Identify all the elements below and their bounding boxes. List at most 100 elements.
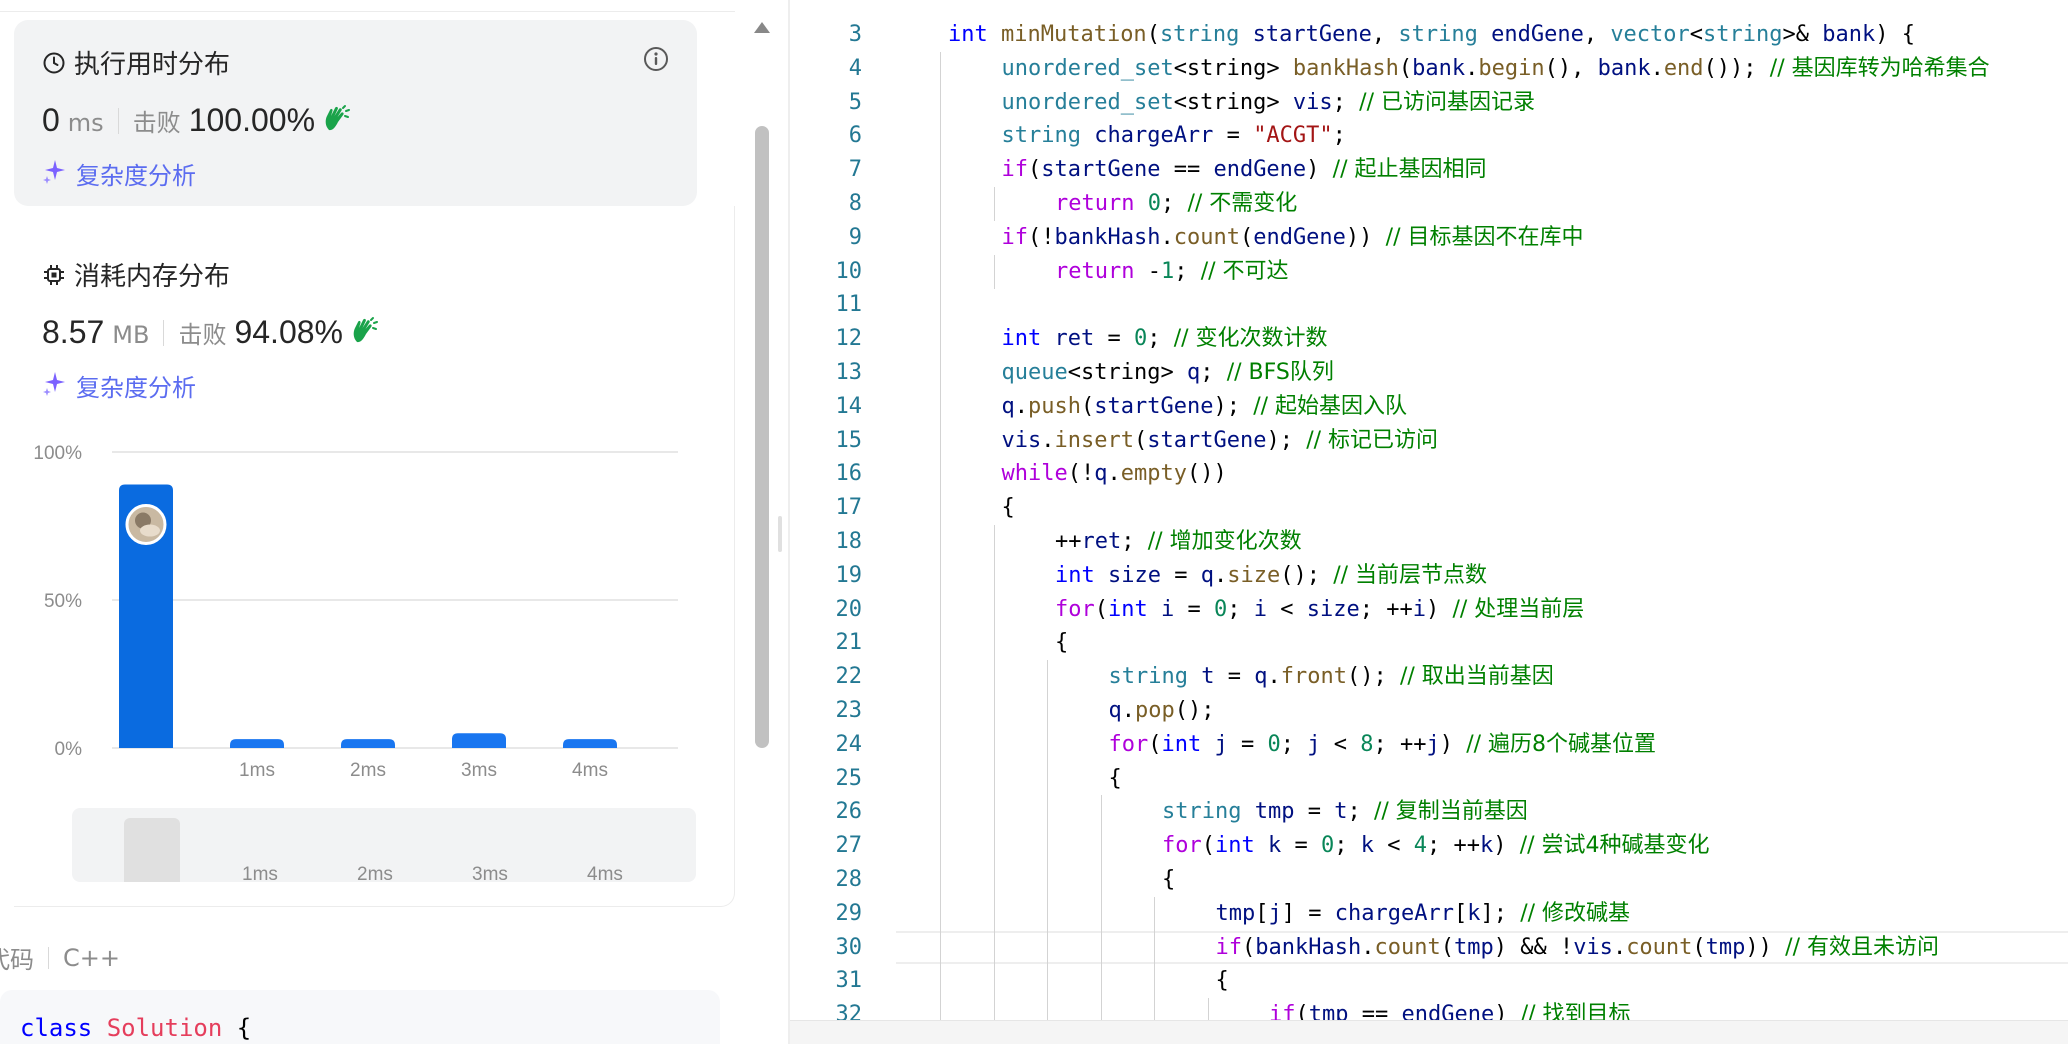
indent-guide: [1100, 930, 1102, 965]
code-token: string: [1159, 22, 1253, 47]
code-token: int: [1001, 326, 1055, 352]
code-token: int: [1108, 596, 1161, 622]
code-line[interactable]: 9 if(!bankHash.count(endGene)) // 目标基因不在库…: [790, 220, 2068, 255]
splitter-grip-icon[interactable]: [778, 516, 782, 552]
code-line[interactable]: 13 queue<string> q; // BFS队列: [790, 356, 2068, 390]
line-number: 8: [848, 191, 862, 216]
code-token: <: [1320, 731, 1361, 757]
code-text: for(int j = 0; j < 8; ++j) // 遍历8个碱基位置: [1109, 728, 1657, 762]
code-token: endGene: [1253, 224, 1346, 250]
code-text: string chargeArr = "ACGT";: [1002, 119, 1346, 153]
code-text: int size = q.size(); // 当前层节点数: [1055, 559, 1487, 593]
code-line[interactable]: 8 return 0; // 不需变化: [790, 187, 2068, 221]
code-token: q: [1001, 393, 1015, 419]
editor-horizontal-scrollbar[interactable]: [790, 1020, 2068, 1044]
code-token: // 尝试4种碱基变化: [1519, 833, 1710, 859]
indent-guide: [1047, 829, 1048, 864]
code-line[interactable]: 10 return -1; // 不可达: [790, 254, 2068, 289]
code-token: 0: [1267, 731, 1281, 757]
runtime-value: 0: [42, 102, 60, 138]
code-text: vis.insert(startGene); // 标记已访问: [1002, 424, 1439, 458]
code-editor[interactable]: 3 int minMutation(string startGene, strin…: [790, 0, 2068, 1044]
indent-guide: [1047, 795, 1048, 830]
code-token: <: [1266, 596, 1307, 622]
code-token: {: [1001, 495, 1015, 521]
code-line[interactable]: 21 {: [790, 626, 2068, 661]
code-token: vis: [1001, 427, 1042, 453]
scrollbar-thumb[interactable]: [755, 126, 769, 748]
line-number: 9: [848, 224, 862, 250]
code-token: ++: [1055, 529, 1082, 554]
code-token: ;: [1332, 123, 1346, 149]
runtime-complexity-analysis-link[interactable]: 复杂度分析: [42, 156, 196, 191]
code-token: bank: [1597, 55, 1651, 81]
chart-bar[interactable]: [230, 739, 284, 748]
code-token: // BFS队列: [1226, 360, 1334, 385]
code-line[interactable]: 30 if(bankHash.count(tmp) && !vis.count(t…: [790, 930, 2068, 965]
memory-value: 8.57: [42, 314, 105, 350]
y-tick-label: 100%: [33, 443, 82, 464]
code-line[interactable]: 11: [790, 288, 2068, 323]
code-token: size: [1306, 596, 1360, 622]
code-token: <: [1689, 22, 1704, 47]
code-line[interactable]: 4 unordered_set<string> bankHash(bank.beg…: [790, 51, 2068, 86]
code-token: q: [1200, 562, 1214, 588]
code-line[interactable]: 26 string tmp = t; // 复制当前基因: [790, 795, 2068, 830]
code-line[interactable]: 28 {: [790, 863, 2068, 897]
code-token: if: [1215, 934, 1243, 960]
code-line[interactable]: 22 string t = q.front(); // 取出当前基因: [790, 660, 2068, 695]
runtime-card[interactable]: 执行用时分布 0 ms 击败 100.00% 复杂度分析: [14, 20, 697, 206]
code-line[interactable]: 20 for(int i = 0; i < size; ++i) // 处理当前层: [790, 592, 2068, 627]
range-slider-handle[interactable]: [124, 818, 180, 882]
scroll-up-arrow-icon[interactable]: [754, 22, 770, 33]
code-token: // 复制当前基因: [1373, 799, 1528, 825]
code-token: .: [1160, 224, 1174, 250]
line-number: 14: [835, 393, 863, 419]
code-line[interactable]: 5 unordered_set<string> vis; // 已访问基因记录: [790, 85, 2068, 120]
chart-bar[interactable]: [341, 739, 395, 748]
indent-guide: [993, 694, 995, 728]
chart-bar[interactable]: [452, 733, 506, 748]
code-line[interactable]: 18 ++ret; // 增加变化次数: [790, 525, 2068, 559]
code-token: ();: [1174, 698, 1215, 723]
code-token: vector: [1610, 22, 1690, 47]
code-token: minMutation: [1000, 22, 1147, 47]
code-token: ) && !: [1493, 934, 1574, 960]
code-token: ;: [1174, 258, 1201, 284]
distribution-chart[interactable]: 100% 50% 0% 1ms 2ms 3ms 4ms: [0, 430, 700, 790]
code-preview: class Solution {: [0, 990, 720, 1044]
code-line[interactable]: 27 for(int k = 0; k < 4; ++k) // 尝试4种碱基变化: [790, 829, 2068, 864]
code-line[interactable]: 19 int size = q.size(); // 当前层节点数: [790, 558, 2068, 593]
info-icon[interactable]: [643, 46, 669, 72]
code-token: ();: [1346, 664, 1400, 690]
code-token: bankHash: [1292, 55, 1399, 81]
code-line[interactable]: 29 tmp[j] = chargeArr[k]; // 修改碱基: [790, 896, 2068, 931]
chart-range-slider[interactable]: 1ms 2ms 3ms 4ms: [72, 808, 696, 882]
code-line[interactable]: 12 int ret = 0; // 变化次数计数: [790, 322, 2068, 357]
memory-complexity-analysis-link[interactable]: 复杂度分析: [42, 368, 196, 403]
code-line[interactable]: 17 {: [790, 491, 2068, 526]
code-line[interactable]: 25 {: [790, 761, 2068, 796]
code-text: int ret = 0; // 变化次数计数: [1002, 322, 1328, 356]
runtime-title: 执行用时分布: [42, 44, 230, 81]
indent-guide: [940, 964, 941, 999]
code-line[interactable]: 14 q.push(startGene); // 起始基因入队: [790, 389, 2068, 424]
code-line[interactable]: 23 q.pop();: [790, 694, 2068, 728]
code-token: // 不需变化: [1187, 191, 1298, 216]
code-line[interactable]: 6 string chargeArr = "ACGT";: [790, 119, 2068, 154]
code-line[interactable]: 3 int minMutation(string startGene, strin…: [790, 18, 2068, 52]
code-line[interactable]: 16 while(!q.empty()): [790, 457, 2068, 492]
code-line[interactable]: 15 vis.insert(startGene); // 标记已访问: [790, 423, 2068, 458]
code-token: end: [1663, 55, 1704, 81]
indent-guide: [940, 187, 941, 221]
code-line[interactable]: 7 if(startGene == endGene) // 起止基因相同: [790, 153, 2068, 188]
chart-bar[interactable]: [563, 739, 617, 748]
code-token: =: [1281, 833, 1321, 859]
code-text: tmp[j] = chargeArr[k]; // 修改碱基: [1216, 897, 1631, 931]
code-text: for(int i = 0; i < size; ++i) // 处理当前层: [1055, 593, 1584, 627]
code-line[interactable]: 31 {: [790, 964, 2068, 999]
code-token: j: [1307, 731, 1321, 757]
indent-guide: [940, 930, 941, 965]
code-line[interactable]: 24 for(int j = 0; j < 8; ++j) // 遍历8个碱基位置: [790, 727, 2068, 762]
indent-guide: [940, 694, 941, 728]
